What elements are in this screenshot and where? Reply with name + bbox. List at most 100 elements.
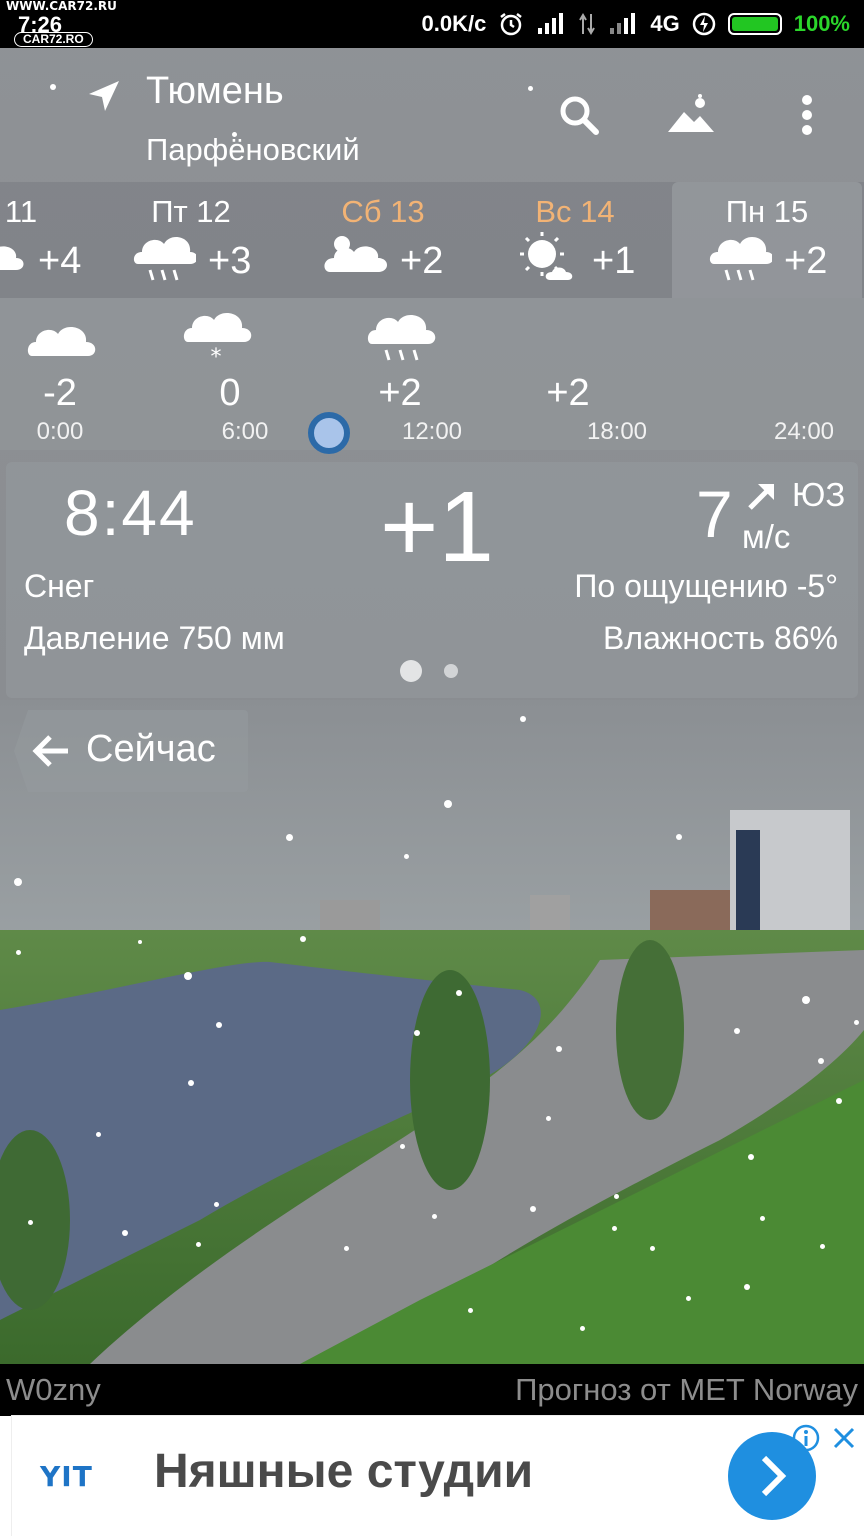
snowflake xyxy=(96,1132,101,1137)
hour-label: 24:00 xyxy=(773,418,835,445)
day-tab[interactable]: Пт 12 +3 xyxy=(96,182,286,298)
snowflake xyxy=(698,94,702,98)
hour-label: 18:00 xyxy=(586,418,648,445)
arrow-left-icon xyxy=(32,735,68,767)
current-time: 8:44 xyxy=(64,477,197,549)
signal-icon xyxy=(610,13,636,34)
day-tab[interactable]: Пн 15 +2 xyxy=(672,182,862,298)
chevron-right-icon xyxy=(761,1455,787,1497)
snowflake xyxy=(16,950,21,955)
footer-bar: W0zny Прогноз от MET Norway xyxy=(0,1364,864,1416)
rain-icon xyxy=(133,237,196,281)
snowflake xyxy=(556,1046,562,1052)
feels-like-text: По ощущению -5° xyxy=(574,568,838,604)
ad-logo: YIT xyxy=(40,1460,93,1493)
day-label: Пн 15 xyxy=(725,194,809,229)
hour-label: 0:00 xyxy=(36,418,84,445)
snowflake xyxy=(744,1284,750,1290)
ad-info-icon[interactable] xyxy=(792,1424,820,1452)
day-temperature: +2 xyxy=(400,240,444,282)
snowflake xyxy=(432,1214,437,1219)
battery-icon xyxy=(727,13,782,35)
page-indicator xyxy=(444,664,458,678)
snowflake xyxy=(400,1144,405,1149)
day-temperature: +3 xyxy=(208,240,252,282)
snowflake xyxy=(286,834,293,841)
forecast-source[interactable]: Прогноз от MET Norway xyxy=(515,1372,858,1408)
snowflake xyxy=(28,1220,33,1225)
hour-temperature: -2 xyxy=(43,372,77,414)
partly-cloudy-icon xyxy=(0,246,24,270)
background-image-icon[interactable] xyxy=(666,90,716,140)
location-arrow-icon[interactable] xyxy=(86,78,122,114)
snowflake xyxy=(802,996,810,1004)
snowflake xyxy=(650,1246,655,1251)
signal-icon xyxy=(538,13,564,34)
snowflake xyxy=(686,1296,691,1301)
page-indicator-active xyxy=(400,660,422,682)
network-speed: 0.0K/c xyxy=(421,11,487,36)
day-label: Пт 12 xyxy=(151,194,231,229)
snowflake xyxy=(196,1242,201,1247)
day-tab[interactable]: Сб 13 +2 xyxy=(288,182,478,298)
hour-label: 12:00 xyxy=(401,418,463,445)
snowflake xyxy=(444,800,452,808)
snowflake xyxy=(580,1326,585,1331)
snowflake xyxy=(546,1116,551,1121)
wind-direction-icon xyxy=(748,484,774,510)
pressure-text: Давление 750 мм xyxy=(24,620,285,656)
data-icon xyxy=(579,13,596,35)
snow-cloud-icon: * xyxy=(183,313,252,364)
snowflake xyxy=(468,1308,473,1313)
snowflake xyxy=(748,1154,754,1160)
ad-close-icon[interactable] xyxy=(830,1424,858,1452)
more-vert-icon[interactable] xyxy=(782,90,832,140)
cloud-icon xyxy=(27,327,96,356)
ad-title[interactable]: Няшные студии xyxy=(154,1444,533,1499)
snowflake xyxy=(614,1194,619,1199)
snowflake xyxy=(184,972,192,980)
snowflake xyxy=(232,132,237,137)
search-icon[interactable] xyxy=(554,90,604,140)
snowflake xyxy=(50,84,56,90)
snowflake xyxy=(612,1226,617,1231)
snowflake xyxy=(188,1080,194,1086)
day-temperature: +2 xyxy=(784,240,828,282)
district-name: Парфёновский xyxy=(146,132,360,167)
day-label: Вс 14 xyxy=(535,194,615,229)
snowflake xyxy=(676,834,682,840)
alarm-icon xyxy=(500,13,523,36)
day-label: Сб 13 xyxy=(341,194,425,229)
condition-text: Снег xyxy=(24,568,95,604)
snowflake xyxy=(818,1058,824,1064)
snowflake xyxy=(836,1098,842,1104)
snowflake xyxy=(734,1028,740,1034)
timeline-slider-handle[interactable] xyxy=(308,412,350,454)
snowflake xyxy=(344,1246,349,1251)
day-tab[interactable]: Вс 14 +1 xyxy=(480,182,670,298)
city-name[interactable]: Тюмень xyxy=(146,70,284,113)
network-type: 4G xyxy=(650,11,680,36)
battery-percent: 100% xyxy=(793,11,850,36)
snowflake xyxy=(854,1020,859,1025)
snowflake xyxy=(404,854,409,859)
snowflake xyxy=(530,1206,536,1212)
snowflake xyxy=(414,1030,420,1036)
wind-direction: ЮЗ xyxy=(792,476,846,513)
ad-banner[interactable]: YIT Няшные студии xyxy=(0,1416,864,1536)
snowflake xyxy=(528,86,533,91)
snowflake xyxy=(300,936,306,942)
now-button-label: Сейчас xyxy=(86,728,216,770)
hour-label: 6:00 xyxy=(221,418,269,445)
charging-icon xyxy=(692,12,715,36)
snowflake xyxy=(214,1202,219,1207)
snowflake xyxy=(760,1216,765,1221)
author-credit[interactable]: W0zny xyxy=(6,1372,101,1408)
day-temperature: +1 xyxy=(592,240,636,282)
rain-icon xyxy=(709,237,772,281)
now-button[interactable]: Сейчас xyxy=(14,710,248,792)
day-temperature: +4 xyxy=(38,240,82,282)
snowflake xyxy=(520,716,526,722)
wind-unit: м/с xyxy=(742,518,791,555)
current-temperature: +1 xyxy=(380,471,495,583)
